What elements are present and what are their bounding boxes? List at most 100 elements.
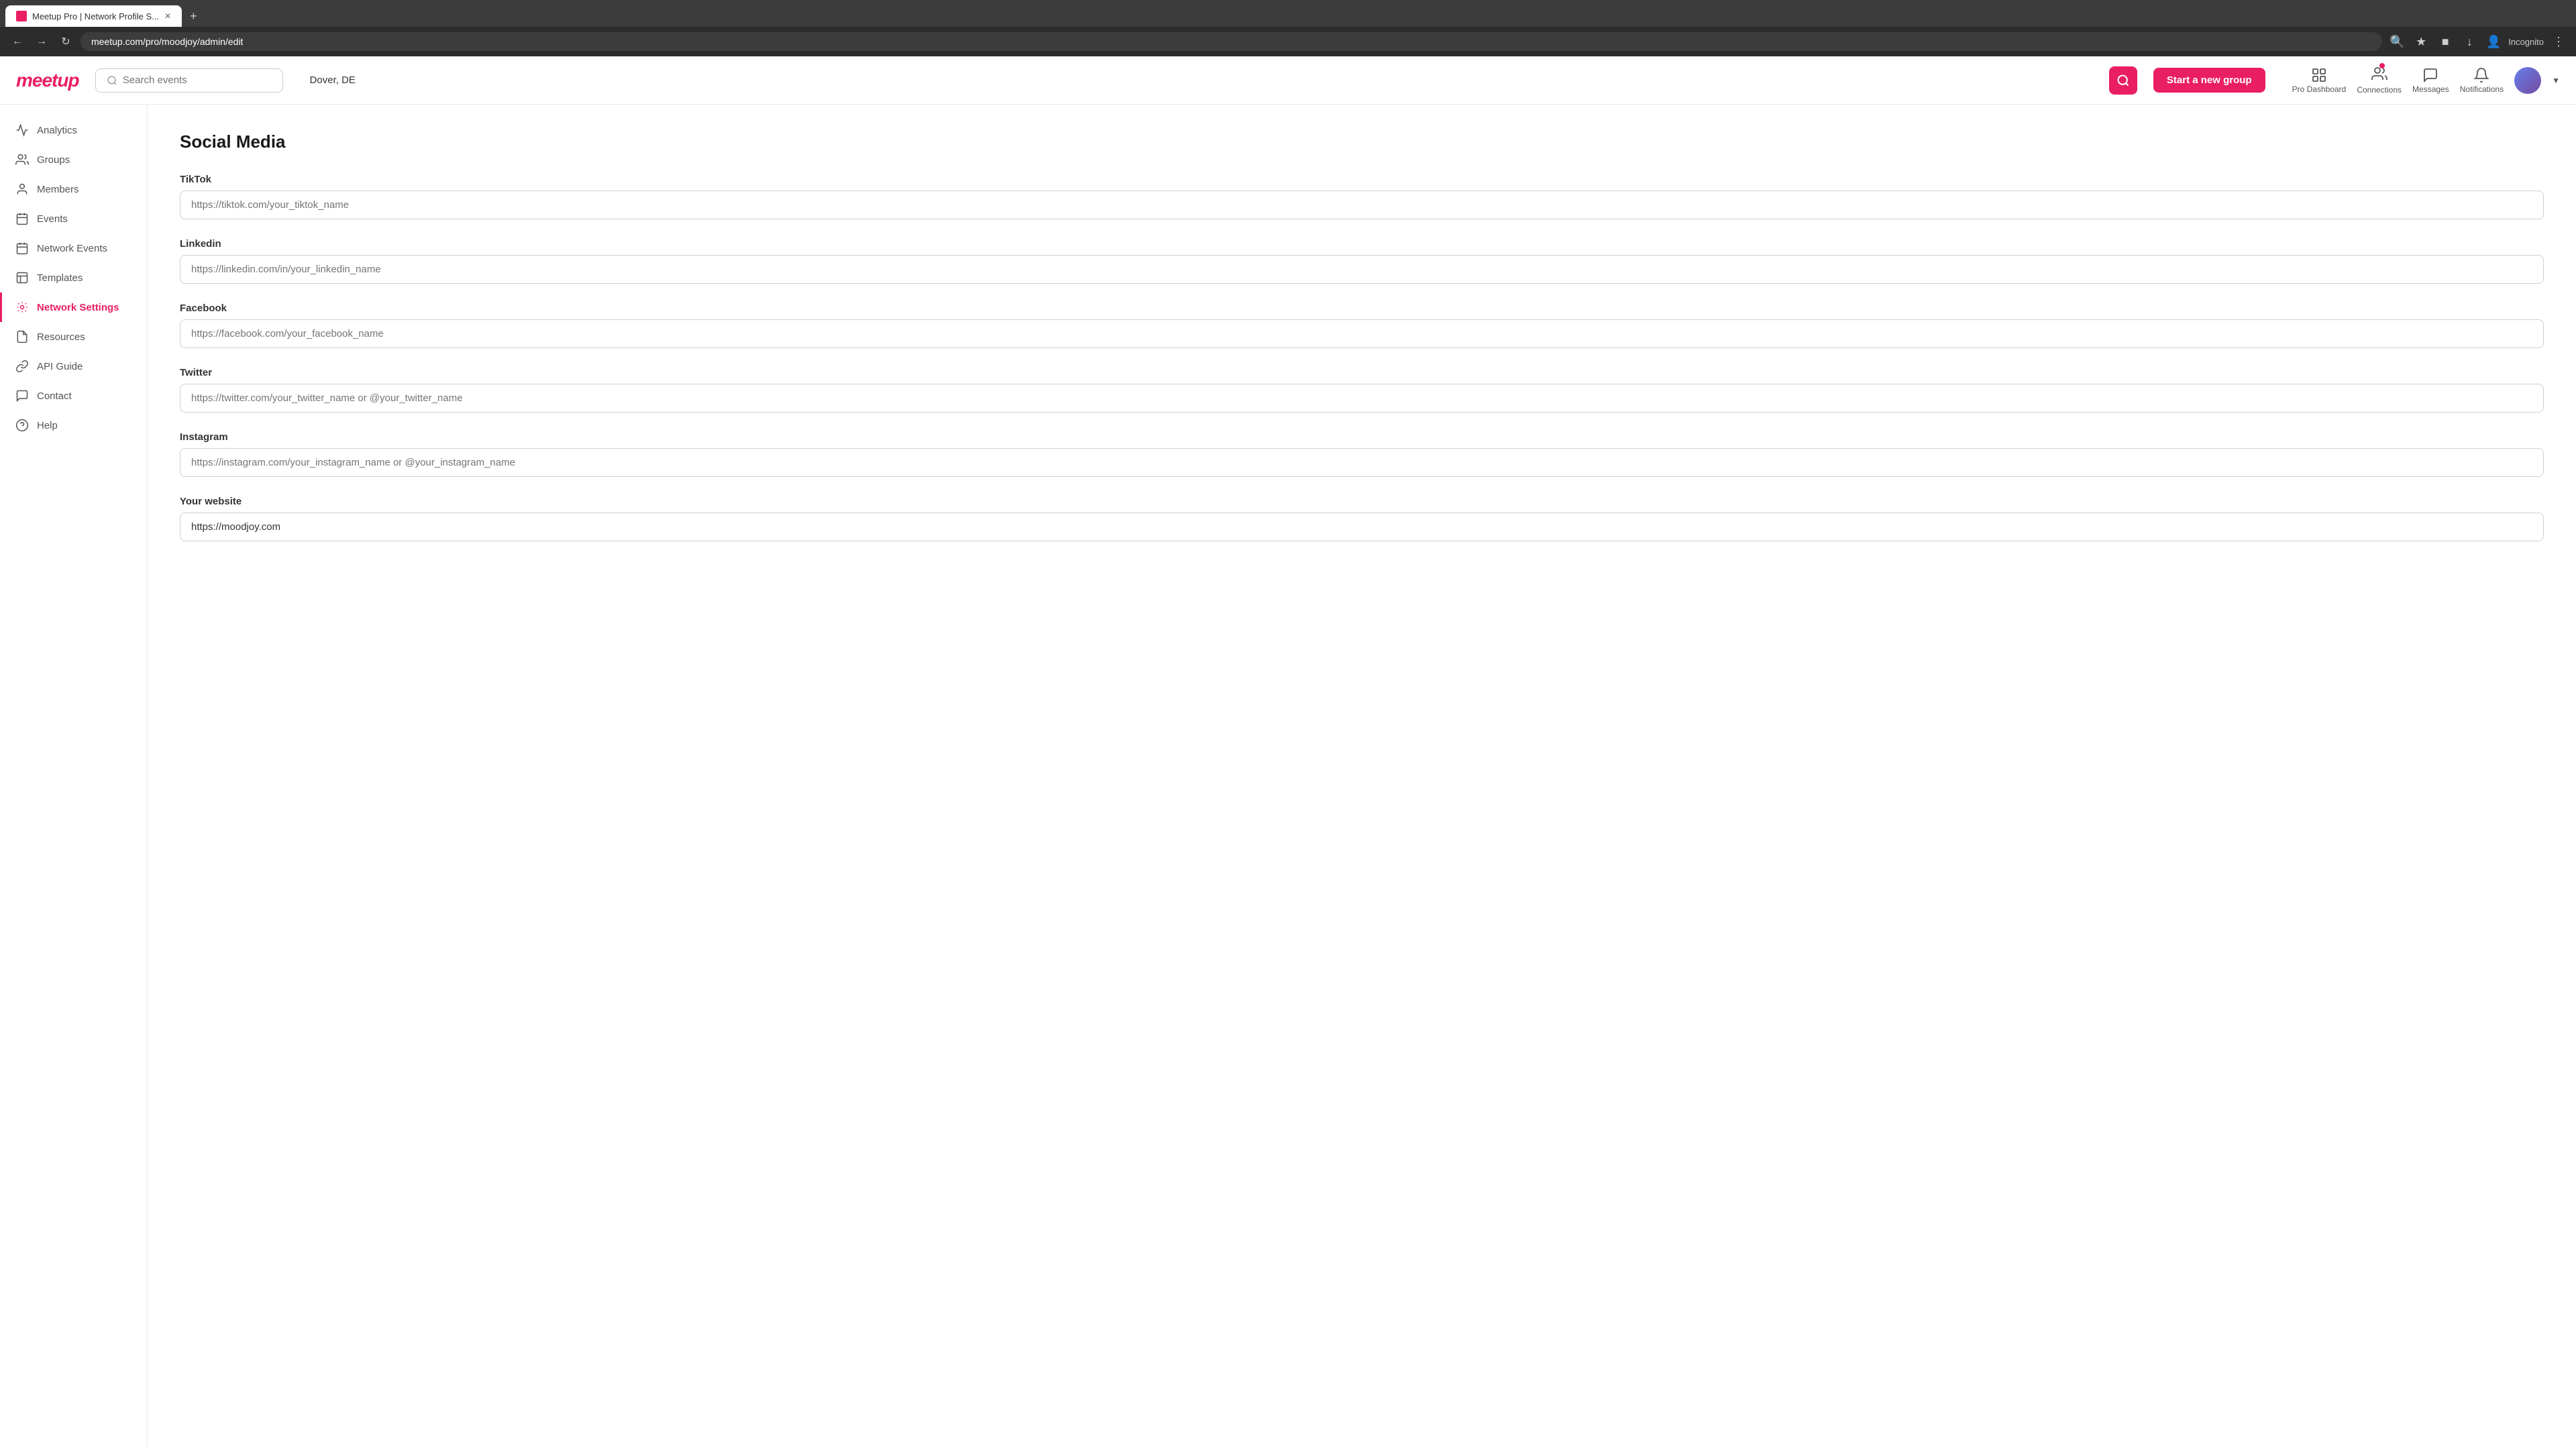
logo[interactable]: meetup	[16, 70, 79, 91]
avatar-image	[2514, 67, 2541, 94]
avatar[interactable]	[2514, 67, 2541, 94]
form-group-linkedin: Linkedin	[180, 238, 2544, 284]
label-twitter: Twitter	[180, 367, 2544, 378]
new-tab-button[interactable]: +	[184, 7, 203, 26]
extensions-button[interactable]: ■	[2436, 32, 2455, 51]
sidebar-item-contact[interactable]: Contact	[0, 381, 147, 411]
form-group-instagram: Instagram	[180, 431, 2544, 477]
sidebar-item-events[interactable]: Events	[0, 204, 147, 233]
search-browser-button[interactable]: 🔍	[2387, 32, 2406, 51]
sidebar-label-contact: Contact	[37, 390, 72, 402]
topbar: meetup Dover, DE Start a new group Pro D…	[0, 56, 2576, 105]
notifications-action[interactable]: Notifications	[2460, 67, 2504, 94]
pro-dashboard-label: Pro Dashboard	[2292, 85, 2347, 94]
form-group-twitter: Twitter	[180, 367, 2544, 413]
download-button[interactable]: ↓	[2460, 32, 2479, 51]
sidebar-label-api-guide: API Guide	[37, 361, 83, 372]
messages-icon	[2422, 67, 2438, 83]
sidebar-label-events: Events	[37, 213, 68, 225]
topbar-actions: Pro Dashboard Connections Messages Notif…	[2292, 66, 2560, 95]
form-group-tiktok: TikTok	[180, 174, 2544, 219]
events-icon	[15, 212, 29, 225]
sidebar-item-templates[interactable]: Templates	[0, 263, 147, 292]
close-tab-button[interactable]: ✕	[164, 11, 171, 21]
sidebar-item-resources[interactable]: Resources	[0, 322, 147, 352]
input-linkedin[interactable]	[180, 255, 2544, 284]
connections-label: Connections	[2357, 85, 2402, 95]
main-content: Social Media TikTok Linkedin Facebook Tw…	[148, 105, 2576, 1446]
back-button[interactable]: ←	[8, 32, 27, 51]
input-twitter[interactable]	[180, 384, 2544, 413]
sidebar-item-network-events[interactable]: Network Events	[0, 233, 147, 263]
sidebar-item-help[interactable]: Help	[0, 411, 147, 440]
active-tab: Meetup Pro | Network Profile S... ✕	[5, 5, 182, 27]
sidebar-label-network-events: Network Events	[37, 243, 107, 254]
sidebar-item-network-settings[interactable]: Network Settings	[0, 292, 147, 322]
sidebar-label-resources: Resources	[37, 331, 85, 343]
sidebar-item-api-guide[interactable]: API Guide	[0, 352, 147, 381]
sidebar-item-members[interactable]: Members	[0, 174, 147, 204]
location-text: Dover, DE	[310, 74, 356, 86]
notifications-icon	[2473, 67, 2489, 83]
profile-button[interactable]: 👤	[2484, 32, 2503, 51]
form-group-facebook: Facebook	[180, 303, 2544, 348]
search-input[interactable]	[123, 74, 272, 86]
analytics-icon	[15, 123, 29, 137]
toolbar-actions: 🔍 ★ ■ ↓ 👤 Incognito ⋮	[2387, 32, 2568, 51]
logo-text: meetup	[16, 70, 79, 91]
connections-icon	[2371, 66, 2387, 82]
help-icon	[15, 419, 29, 432]
api-guide-icon	[15, 360, 29, 373]
messages-action[interactable]: Messages	[2412, 67, 2449, 94]
input-facebook[interactable]	[180, 319, 2544, 348]
sidebar-label-templates: Templates	[37, 272, 83, 284]
pro-dashboard-action[interactable]: Pro Dashboard	[2292, 67, 2347, 94]
members-icon	[15, 182, 29, 196]
bookmark-button[interactable]: ★	[2412, 32, 2430, 51]
start-group-button[interactable]: Start a new group	[2153, 68, 2265, 93]
connections-badge	[2379, 63, 2385, 68]
forward-button[interactable]: →	[32, 32, 51, 51]
menu-button[interactable]: ⋮	[2549, 32, 2568, 51]
browser-toolbar: ← → ↻ 🔍 ★ ■ ↓ 👤 Incognito ⋮	[0, 27, 2576, 56]
incognito-label: Incognito	[2508, 37, 2544, 47]
tab-bar: Meetup Pro | Network Profile S... ✕ +	[0, 0, 2576, 27]
sidebar-item-groups[interactable]: Groups	[0, 145, 147, 174]
tab-title: Meetup Pro | Network Profile S...	[32, 11, 159, 21]
sidebar-label-groups: Groups	[37, 154, 70, 166]
label-linkedin: Linkedin	[180, 238, 2544, 250]
sidebar-item-analytics[interactable]: Analytics	[0, 115, 147, 145]
sidebar-label-analytics: Analytics	[37, 125, 77, 136]
address-bar[interactable]	[80, 32, 2382, 51]
tab-favicon	[16, 11, 27, 21]
sidebar: Analytics Groups Members Events Network …	[0, 105, 148, 1446]
search-button[interactable]	[2109, 66, 2137, 95]
groups-icon	[15, 153, 29, 166]
label-tiktok: TikTok	[180, 174, 2544, 185]
form-group-website: Your website	[180, 496, 2544, 541]
templates-icon	[15, 271, 29, 284]
sidebar-label-network-settings: Network Settings	[37, 302, 119, 313]
search-btn-icon	[2116, 74, 2130, 87]
search-icon	[107, 74, 117, 87]
search-box[interactable]	[95, 68, 283, 93]
browser-chrome: Meetup Pro | Network Profile S... ✕ + ← …	[0, 0, 2576, 56]
label-instagram: Instagram	[180, 431, 2544, 443]
app: meetup Dover, DE Start a new group Pro D…	[0, 56, 2576, 1446]
label-facebook: Facebook	[180, 303, 2544, 314]
contact-icon	[15, 389, 29, 402]
input-tiktok[interactable]	[180, 191, 2544, 219]
pro-dashboard-icon	[2311, 67, 2327, 83]
input-website[interactable]	[180, 513, 2544, 541]
input-instagram[interactable]	[180, 448, 2544, 477]
reload-button[interactable]: ↻	[56, 32, 75, 51]
main-area: Analytics Groups Members Events Network …	[0, 105, 2576, 1446]
network-settings-icon	[15, 301, 29, 314]
avatar-dropdown-button[interactable]: ▼	[2552, 76, 2560, 85]
network-events-icon	[15, 241, 29, 255]
label-website: Your website	[180, 496, 2544, 507]
resources-icon	[15, 330, 29, 343]
messages-label: Messages	[2412, 85, 2449, 94]
notifications-label: Notifications	[2460, 85, 2504, 94]
connections-action[interactable]: Connections	[2357, 66, 2402, 95]
